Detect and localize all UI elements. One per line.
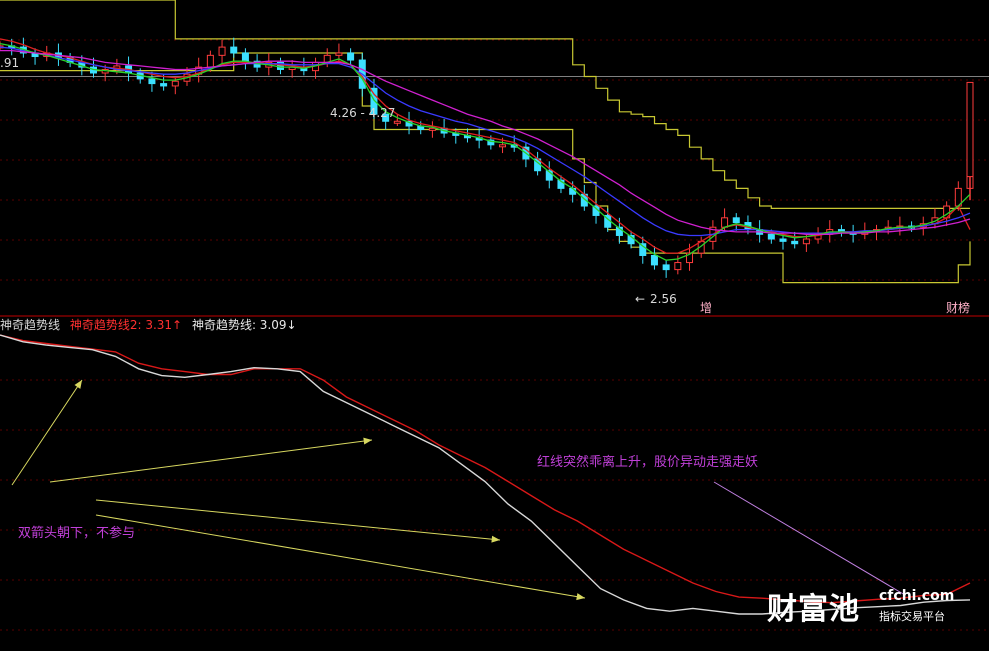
arrow-up-mid	[49, 439, 373, 483]
candle-body	[767, 233, 775, 240]
caibang-badge: 财榜	[946, 301, 971, 315]
trend-line-2-red	[0, 334, 971, 604]
annotation-double-arrow-down: 双箭头朝下，不参与	[18, 526, 136, 541]
low-marker-label: 2.56	[650, 292, 677, 306]
arrow-purple-pointer	[713, 481, 906, 596]
trend-line-white	[0, 334, 971, 615]
moving-averages	[0, 38, 971, 261]
candle-body	[662, 264, 670, 271]
lower-band-line	[0, 52, 971, 284]
candlesticks	[0, 37, 974, 278]
candle-body	[206, 54, 214, 68]
candle-body	[721, 217, 729, 228]
candle-body	[802, 238, 810, 245]
candle-body	[335, 52, 343, 56]
high-marker-label: 4.26 - 4.27	[330, 106, 396, 120]
upper-band-line	[0, 0, 970, 209]
candle-body	[569, 187, 577, 195]
arrow-up-left	[11, 379, 83, 486]
arrow-down-1	[95, 499, 501, 541]
candle-body	[779, 238, 787, 242]
ma-line-ma-blue	[0, 46, 971, 237]
candle-body	[148, 78, 156, 85]
logo-tagline: 指标交易平台	[879, 610, 945, 623]
candle-body	[160, 83, 168, 87]
arrow-down-2-head	[576, 593, 585, 601]
arrow-up-mid-head	[363, 437, 372, 445]
candle-body	[966, 81, 974, 178]
annotation-red-line-diverge: 红线突然乖离上升，股价异动走强走妖	[537, 455, 759, 470]
arrow-down-1-head	[491, 535, 500, 543]
candle-body	[241, 52, 249, 62]
candle-body	[499, 144, 507, 148]
candle-body	[218, 46, 226, 56]
candle-body	[428, 127, 436, 131]
legend-indicator-name: 神奇趋势线	[0, 318, 61, 332]
indicator-legend: 神奇趋势线 神奇趋势线2: 3.31↑ 神奇趋势线: 3.09↓	[0, 318, 303, 332]
logo-domain: cfchi.com	[879, 588, 955, 604]
candle-body	[230, 46, 238, 54]
annotation-arrows	[11, 379, 906, 601]
watermark-logo: 财富池 cfchi.com 指标交易平台	[767, 584, 967, 627]
candle-body	[674, 262, 682, 271]
top-left-price-label: .91	[0, 56, 20, 70]
ma-line-ma-magenta	[0, 49, 971, 235]
indicator-lines	[0, 334, 971, 615]
legend-trend-line: 神奇趋势线: 3.09↓	[191, 318, 297, 332]
zeng-badge: 增	[700, 301, 713, 315]
candle-body	[791, 240, 799, 245]
low-marker-arrow: ←	[635, 292, 646, 306]
arrow-up-left-head	[74, 380, 82, 389]
legend-trend-line-2: 神奇趋势线2: 3.31↑	[69, 318, 183, 332]
arrow-down-2	[95, 514, 586, 599]
candle-body	[171, 80, 179, 87]
candle-body	[650, 254, 658, 266]
logo-brand: 财富池	[767, 592, 860, 627]
candle-body	[732, 217, 740, 224]
candle-body	[347, 52, 355, 61]
candle-body	[393, 120, 401, 124]
